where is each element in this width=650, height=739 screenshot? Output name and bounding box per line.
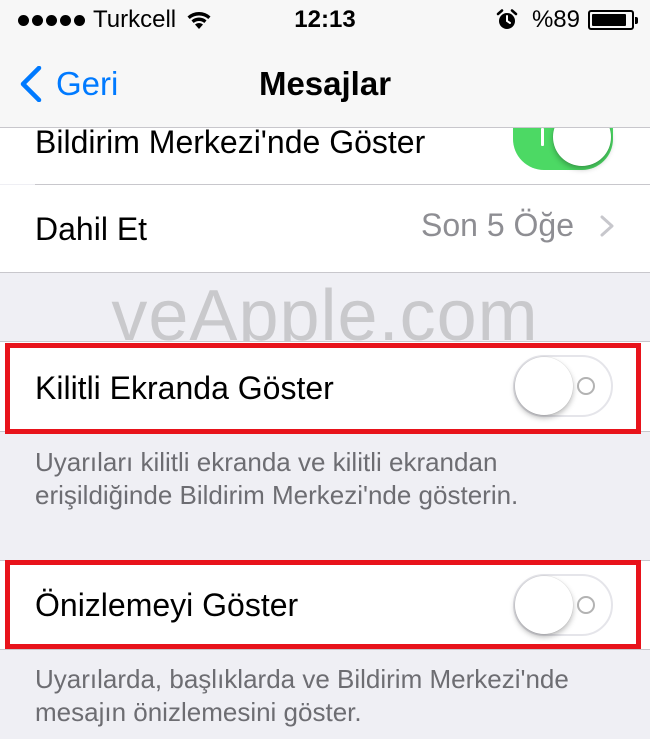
group-separator: [0, 431, 650, 432]
include-value: Son 5 Öğe: [421, 207, 574, 243]
battery-icon: [588, 10, 638, 30]
include-cell[interactable]: Dahil Et Son 5 Öğe: [0, 185, 650, 272]
toggle-knob: [515, 357, 573, 415]
status-bar: Turkcell 12:13 %89: [0, 0, 650, 40]
battery-tip: [635, 17, 638, 24]
toggle-on-glyph: [541, 128, 544, 146]
cell-label: Dahil Et: [35, 211, 148, 247]
navigation-bar: Geri Mesajlar: [0, 40, 650, 128]
battery-fill: [592, 14, 626, 26]
preview-footer: Uyarılarda, başlıklarda ve Bildirim Merk…: [35, 664, 569, 727]
chevron-right-icon: [600, 215, 614, 237]
toggle-knob: [515, 576, 573, 634]
alarm-icon: [496, 9, 518, 29]
lock-screen-cell[interactable]: Kilitli Ekranda Göster: [0, 342, 650, 431]
preview-toggle[interactable]: [513, 574, 613, 636]
lock-screen-footer: Uyarıları kilitli ekranda ve kilitli ekr…: [35, 447, 519, 510]
battery-percent: %89: [531, 6, 580, 33]
status-right: %89: [496, 6, 638, 33]
toggle-off-glyph: [577, 596, 595, 614]
lock-screen-toggle[interactable]: [513, 355, 613, 417]
notification-center-cell[interactable]: Bildirim Merkezi'nde Göster: [0, 108, 650, 184]
group-separator: [0, 272, 650, 273]
group-separator: [0, 649, 650, 650]
cell-label: Bildirim Merkezi'nde Göster: [35, 124, 426, 160]
preview-cell[interactable]: Önizlemeyi Göster: [0, 561, 650, 649]
cell-label: Önizlemeyi Göster: [35, 587, 299, 623]
cell-label: Kilitli Ekranda Göster: [35, 370, 334, 406]
toggle-off-glyph: [577, 377, 595, 395]
page-title: Mesajlar: [258, 65, 392, 102]
